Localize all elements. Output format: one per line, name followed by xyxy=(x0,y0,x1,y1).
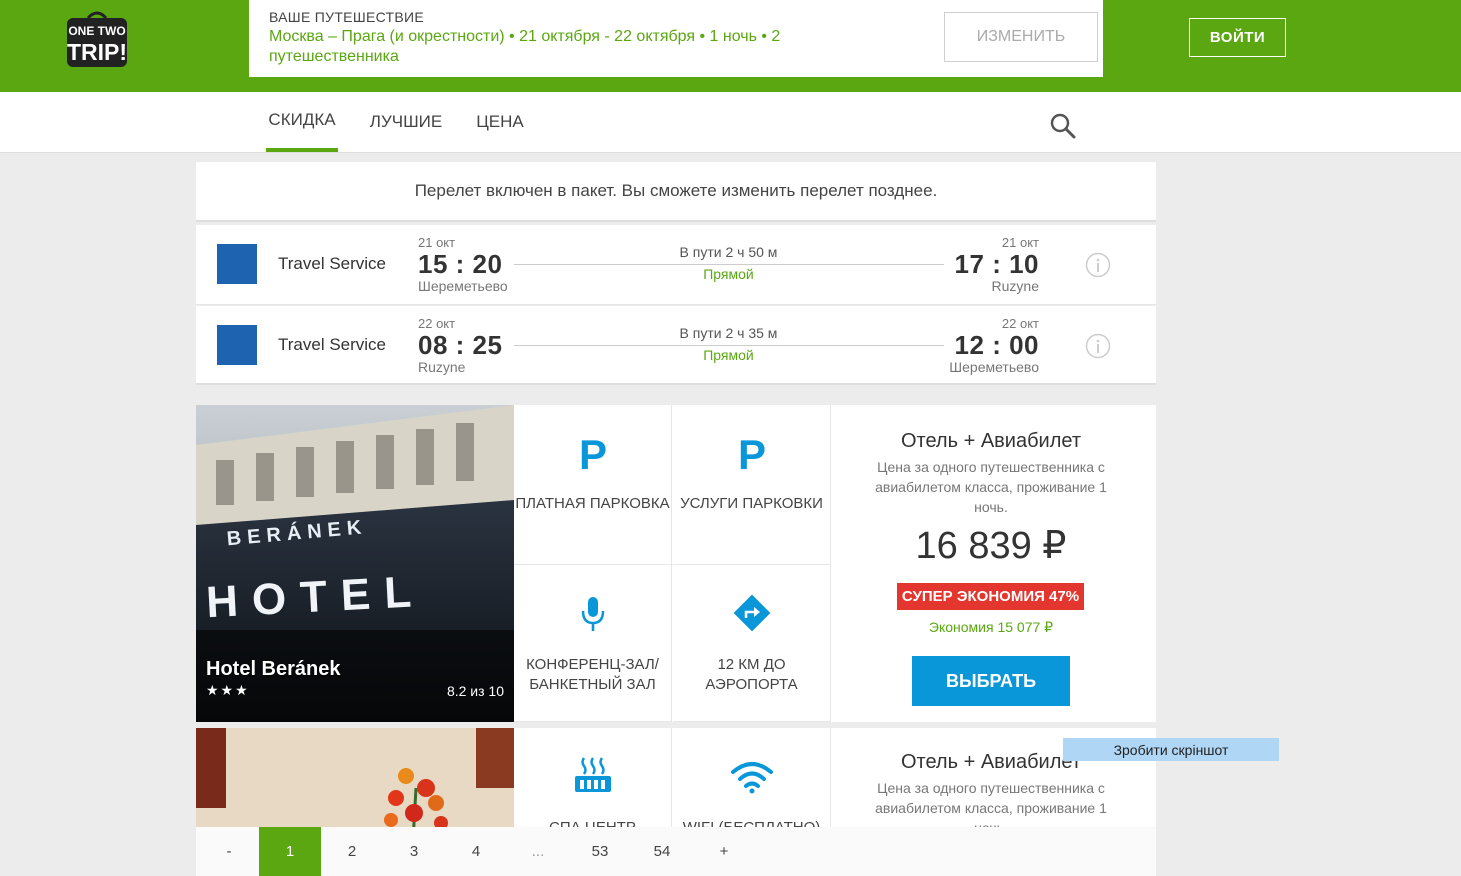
page-prev-button[interactable]: - xyxy=(198,827,260,876)
hotel-photo[interactable]: BERÁNEK HOTEL Hotel Beránek ★★★ 8.2 из 1… xyxy=(196,405,514,722)
route-line xyxy=(514,264,944,265)
sort-tab-best[interactable]: ЛУЧШИЕ xyxy=(366,92,446,152)
flight-leg[interactable]: Travel Service 21 окт 15 : 20 Шереметьев… xyxy=(196,225,1156,305)
trip-summary-details: Москва – Прага (и окрестности) • 21 октя… xyxy=(269,28,781,65)
svg-text:P: P xyxy=(737,433,765,473)
amenity-label: УСЛУГИ ПАРКОВКИ xyxy=(680,495,823,512)
flight-type: Прямой xyxy=(703,266,754,282)
wifi-icon xyxy=(673,760,830,794)
arrival-time: 17 : 10 xyxy=(954,249,1039,279)
arrival-date: 21 окт xyxy=(1001,235,1039,250)
search-icon[interactable] xyxy=(1049,112,1077,140)
flight-included-notice: Перелет включен в пакет. Вы сможете изме… xyxy=(196,162,1156,222)
trip-summary: ВАШЕ ПУТЕШЕСТВИЕ Москва – Прага (и окрес… xyxy=(249,0,1103,77)
hotel-name[interactable]: Hotel Beránek xyxy=(206,658,341,681)
pagination: - 1 2 3 4 ... 53 54 + xyxy=(196,827,1156,876)
package-description: Цена за одного путешественника с авиабил… xyxy=(875,459,1107,515)
info-icon[interactable] xyxy=(1085,252,1111,278)
svg-text:ONE TWO: ONE TWO xyxy=(68,24,125,38)
flight-leg[interactable]: Travel Service 22 окт 08 : 25 Ruzyne В п… xyxy=(196,306,1156,385)
svg-text:P: P xyxy=(578,433,606,473)
flight-duration: В пути 2 ч 35 м xyxy=(679,325,778,341)
page-button[interactable]: 3 xyxy=(383,827,445,876)
airline-logo xyxy=(217,244,257,284)
select-button[interactable]: ВЫБРАТЬ xyxy=(912,656,1070,706)
amenity-parking-service: P УСЛУГИ ПАРКОВКИ xyxy=(673,405,831,565)
change-trip-button[interactable]: ИЗМЕНИТЬ xyxy=(944,12,1098,62)
departure-time: 15 : 20 xyxy=(418,249,503,279)
info-icon[interactable] xyxy=(1085,333,1111,359)
svg-text:TRIP!: TRIP! xyxy=(67,39,127,65)
microphone-icon xyxy=(514,595,671,633)
discount-badge: СУПЕР ЭКОНОМИЯ 47% xyxy=(897,583,1084,610)
departure-airport: Ruzyne xyxy=(418,359,466,375)
arrival-airport: Ruzyne xyxy=(991,278,1039,294)
package-title: Отель + Авиабилет xyxy=(900,430,1081,452)
page-ellipsis: ... xyxy=(531,843,545,860)
arrival-airport: Шереметьево xyxy=(949,359,1039,375)
arrival-time: 12 : 00 xyxy=(954,330,1039,360)
login-button[interactable]: ВОЙТИ xyxy=(1189,18,1286,57)
page-button[interactable]: 4 xyxy=(445,827,507,876)
airline-name: Travel Service xyxy=(278,335,387,354)
hotel-stars: ★★★ xyxy=(206,682,250,698)
route-line xyxy=(514,345,944,346)
trip-summary-label: ВАШЕ ПУТЕШЕСТВИЕ xyxy=(269,9,425,25)
parking-icon: P xyxy=(673,433,830,473)
page-button[interactable]: 53 xyxy=(569,827,631,876)
page-button[interactable]: 2 xyxy=(321,827,383,876)
departure-date: 21 окт xyxy=(418,235,456,250)
sort-tab-discount[interactable]: СКИДКА xyxy=(266,92,338,152)
departure-time: 08 : 25 xyxy=(418,330,503,360)
package-price: 16 839 ₽ xyxy=(915,525,1067,567)
amenity-paid-parking: P ПЛАТНАЯ ПАРКОВКА xyxy=(514,405,672,565)
amenity-label: ПЛАТНАЯ ПАРКОВКА xyxy=(515,495,670,512)
saving-amount: Экономия 15 077 ₽ xyxy=(928,619,1054,635)
arrival-date: 22 окт xyxy=(1001,316,1039,331)
sort-bar: СКИДКА ЛУЧШИЕ ЦЕНА xyxy=(0,92,1461,153)
departure-airport: Шереметьево xyxy=(418,278,508,294)
hotel-rating: 8.2 из 10 xyxy=(446,683,504,699)
onetwotrip-logo[interactable]: ONE TWO TRIP! xyxy=(66,8,128,68)
top-header: ONE TWO TRIP! ВАШЕ ПУТЕШЕСТВИЕ Москва – … xyxy=(0,0,1461,92)
airline-logo xyxy=(217,325,257,365)
page-next-button[interactable]: + xyxy=(693,827,755,876)
spa-icon xyxy=(514,756,671,794)
parking-icon: P xyxy=(514,433,671,473)
page-button[interactable]: 54 xyxy=(631,827,693,876)
flight-type: Прямой xyxy=(703,347,754,363)
airline-name: Travel Service xyxy=(278,254,387,273)
page-button[interactable]: 1 xyxy=(259,827,321,876)
direction-icon xyxy=(673,593,830,633)
departure-date: 22 окт xyxy=(418,316,456,331)
flight-duration: В пути 2 ч 50 м xyxy=(679,244,778,260)
screenshot-tooltip: Зробити скріншот xyxy=(1063,738,1279,761)
amenity-airport-distance: 12 КМ ДО АЭРОПОРТА xyxy=(673,565,831,722)
amenity-conference: КОНФЕРЕНЦ-ЗАЛ/ БАНКЕТНЫЙ ЗАЛ xyxy=(514,565,672,722)
amenity-label: КОНФЕРЕНЦ-ЗАЛ/ БАНКЕТНЫЙ ЗАЛ xyxy=(526,656,659,693)
sort-tab-price[interactable]: ЦЕНА xyxy=(474,92,526,152)
amenity-label: 12 КМ ДО АЭРОПОРТА xyxy=(705,656,798,693)
hotel-card: BERÁNEK HOTEL Hotel Beránek ★★★ 8.2 из 1… xyxy=(196,405,1156,722)
